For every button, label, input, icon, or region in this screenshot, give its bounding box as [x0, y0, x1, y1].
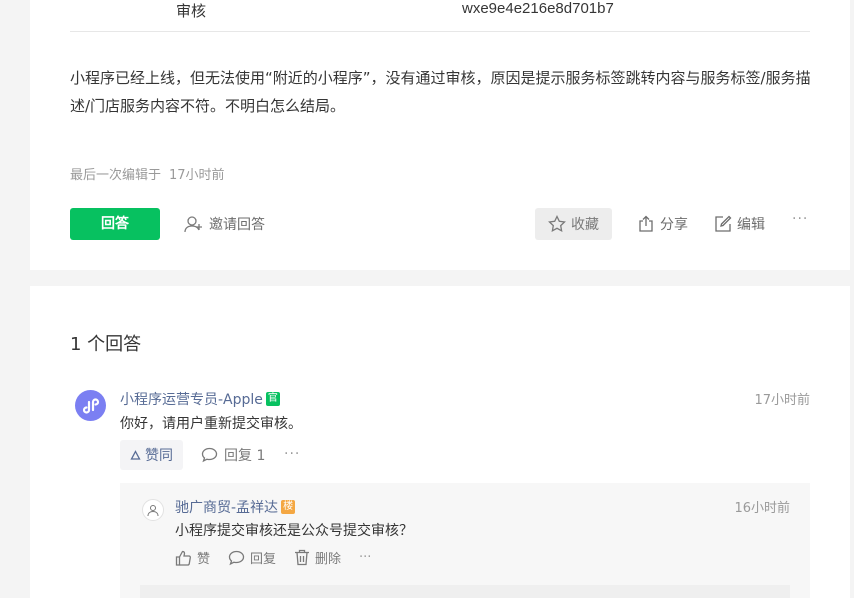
reply-reply-label: 回复	[250, 552, 277, 567]
share-icon	[637, 215, 655, 233]
info-label: 审核	[176, 2, 207, 20]
reply-input-area[interactable]	[140, 585, 790, 598]
invite-answer-button[interactable]: 邀请回答	[184, 212, 265, 236]
favorite-button[interactable]: 收藏	[535, 208, 612, 240]
answer-more-button[interactable]: ···	[284, 446, 300, 462]
edit-button[interactable]: 编辑	[714, 212, 765, 236]
info-table-row: 审核 wxe9e4e216e8d701b7	[70, 0, 810, 32]
answers-card: 1 个回答 小程序运营专员-Apple 官 17小时前 你好，请用户重新提交审核…	[30, 286, 850, 598]
question-card: 审核 wxe9e4e216e8d701b7 小程序已经上线，但无法使用“附近的小…	[30, 0, 850, 270]
trash-icon	[294, 549, 310, 566]
reply-like-button[interactable]: 赞	[175, 548, 210, 567]
question-body: 小程序已经上线，但无法使用“附近的小程序”，没有通过审核，原因是提示服务标签跳转…	[70, 69, 811, 115]
answer-button[interactable]: 回答	[70, 208, 160, 240]
last-edited: 最后一次编辑于 17小时前	[70, 164, 225, 183]
info-value: wxe9e4e216e8d701b7	[462, 0, 614, 17]
question-more-button[interactable]: ···	[792, 211, 808, 227]
avatar[interactable]	[75, 390, 106, 421]
answer-author-name[interactable]: 小程序运营专员-Apple	[120, 389, 263, 409]
reply-more-button[interactable]: ···	[359, 550, 371, 565]
answer-author[interactable]: 小程序运营专员-Apple 官	[120, 389, 280, 409]
miniprogram-logo-icon	[81, 396, 101, 416]
reply-like-label: 赞	[197, 552, 211, 567]
answer-body: 你好，请用户重新提交审核。	[120, 416, 302, 432]
share-button[interactable]: 分享	[637, 212, 688, 236]
agree-label: 赞同	[145, 448, 173, 464]
favorite-label: 收藏	[571, 217, 599, 233]
invite-label: 邀请回答	[209, 217, 265, 233]
reply-author-name[interactable]: 驰广商贸-孟祥达	[175, 497, 278, 517]
edit-icon	[714, 215, 732, 233]
reply-time: 16小时前	[734, 501, 790, 516]
edit-label: 编辑	[737, 217, 765, 233]
agree-button[interactable]: 赞同	[120, 440, 183, 470]
answers-count: 1 个回答	[70, 334, 142, 355]
user-avatar-icon	[146, 503, 160, 517]
reply-reply-button[interactable]: 回复	[228, 548, 276, 567]
reply-body: 小程序提交审核还是公众号提交审核？	[175, 523, 413, 539]
edited-time: 17小时前	[169, 168, 225, 183]
reply-author[interactable]: 驰广商贸-孟祥达 楼	[175, 497, 296, 517]
comment-icon	[201, 447, 218, 463]
reply-label: 回复 1	[224, 448, 266, 464]
answer-time: 17小时前	[754, 393, 810, 408]
comment-icon	[228, 550, 245, 566]
reply-card: 驰广商贸-孟祥达 楼 16小时前 小程序提交审核还是公众号提交审核？ 赞 回复 …	[120, 483, 810, 598]
share-label: 分享	[660, 217, 688, 233]
reply-delete-button[interactable]: 删除	[294, 548, 341, 567]
star-icon	[548, 215, 566, 233]
floor-badge: 楼	[281, 500, 296, 514]
triangle-up-icon	[130, 449, 141, 461]
edited-label: 最后一次编辑于	[70, 168, 162, 183]
reply-button[interactable]: 回复 1	[201, 444, 265, 466]
official-badge: 官	[265, 392, 280, 406]
reply-delete-label: 删除	[315, 552, 342, 567]
reply-actions: 赞 回复 删除 ···	[175, 548, 371, 567]
thumbs-up-icon	[175, 550, 192, 566]
avatar[interactable]	[142, 499, 164, 521]
invite-user-icon	[184, 215, 204, 233]
